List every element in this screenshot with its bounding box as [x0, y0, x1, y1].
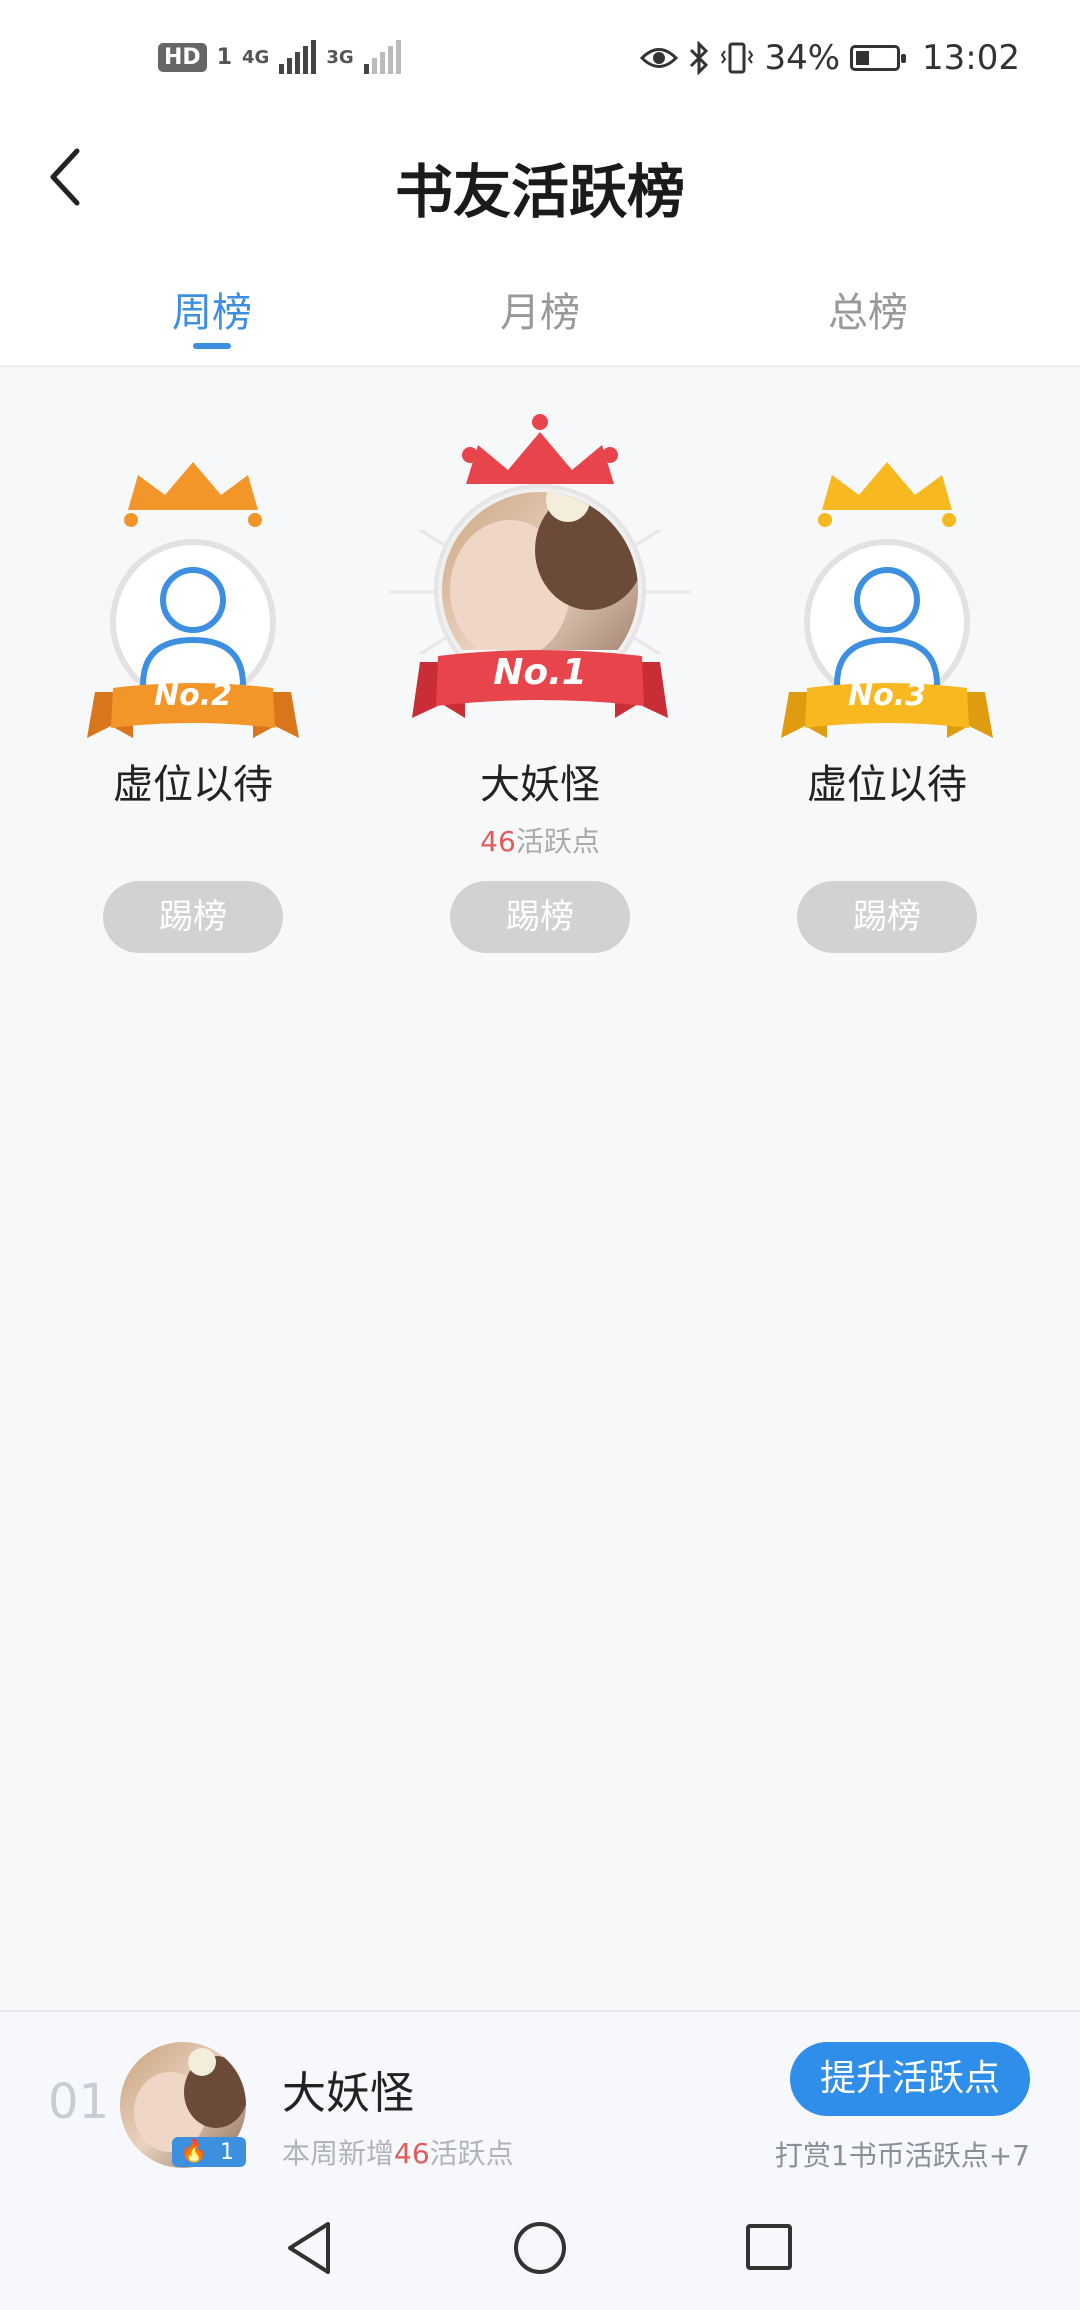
eye-icon	[640, 48, 679, 68]
network-3g-label: 3G	[326, 46, 354, 68]
recents-square-icon[interactable]	[744, 2222, 794, 2272]
bluetooth-icon	[690, 41, 709, 75]
crown-icon	[124, 462, 262, 527]
home-circle-icon[interactable]	[512, 2220, 568, 2276]
hd-sub: 1	[216, 44, 232, 70]
rank-2-name: 虚位以待	[113, 762, 273, 808]
tab-weekly-label: 周榜	[172, 290, 252, 336]
rank-2-badge: No.2	[154, 678, 232, 713]
tab-bar: 周榜 月榜 总榜	[0, 235, 1080, 367]
podium-second: No.2 虚位以待 踢榜	[43, 400, 343, 953]
network-4g-label: 4G	[242, 46, 270, 68]
rank-1-points-suffix: 活跃点	[515, 825, 600, 858]
my-level-badge: 🔥 1	[172, 2137, 246, 2167]
my-sub-suffix: 活跃点	[429, 2137, 514, 2170]
my-sub-prefix: 本周新增	[282, 2137, 395, 2170]
flame-icon: 🔥	[180, 2139, 208, 2164]
status-right: 34% 13:02	[640, 38, 1020, 78]
my-level: 1	[220, 2139, 234, 2165]
rank-3-kick-button[interactable]: 踢榜	[797, 881, 977, 953]
tab-monthly[interactable]: 月榜	[360, 280, 720, 338]
vibrate-icon	[721, 42, 754, 74]
rank-2-kick-button[interactable]: 踢榜	[103, 881, 283, 953]
my-sub-points: 46	[394, 2137, 430, 2170]
tab-indicator	[193, 343, 231, 349]
podium-third: No.3 虚位以待 踢榜	[737, 400, 1037, 953]
status-bar: HD 1 4G 3G 34% 13:02	[0, 0, 1080, 120]
signal-icon-secondary	[363, 40, 401, 74]
rank-1-kick-button[interactable]: 踢榜	[450, 881, 630, 953]
my-name: 大妖怪	[282, 2068, 414, 2119]
battery-level	[856, 51, 870, 65]
status-left: HD 1 4G 3G	[158, 40, 401, 74]
crown-icon	[462, 414, 618, 484]
rank-1-name: 大妖怪	[480, 762, 600, 808]
tab-total[interactable]: 总榜	[688, 280, 1048, 338]
tab-monthly-label: 月榜	[500, 290, 580, 336]
back-triangle-icon[interactable]	[284, 2220, 334, 2276]
rank-1-badge: No.1	[493, 652, 587, 693]
battery-percent: 34%	[764, 38, 841, 78]
podium-first: No.1 大妖怪 46活跃点 踢榜	[390, 400, 690, 953]
my-rank-bar: 01 🔥 1 大妖怪 本周新增46活跃点 提升活跃点 打赏1书币活跃点+7	[0, 2010, 1080, 2192]
hd-label: HD	[164, 44, 201, 70]
clock: 13:02	[922, 38, 1020, 78]
rank-3-badge: No.3	[848, 678, 926, 713]
page-title: 书友活跃榜	[394, 158, 685, 226]
rank-1-points-value: 46	[480, 825, 516, 858]
boost-activity-button[interactable]: 提升活跃点	[790, 2042, 1030, 2116]
title-bar: 书友活跃榜	[0, 120, 1080, 235]
rank-1-points: 46活跃点	[390, 820, 690, 860]
crown-icon	[818, 462, 956, 527]
tab-weekly[interactable]: 周榜	[32, 280, 392, 349]
system-nav-bar	[0, 2190, 1080, 2310]
battery-icon	[850, 45, 907, 71]
my-rank-number: 01	[48, 2074, 110, 2130]
rank-3-name: 虚位以待	[807, 762, 967, 808]
tab-total-label: 总榜	[828, 290, 908, 336]
hd-badge: HD	[158, 42, 207, 72]
rank-1-avatar[interactable]	[390, 400, 690, 750]
my-weekly-points: 本周新增46活跃点	[282, 2132, 514, 2172]
signal-icon	[279, 40, 317, 74]
boost-note: 打赏1书币活跃点+7	[774, 2139, 1030, 2172]
